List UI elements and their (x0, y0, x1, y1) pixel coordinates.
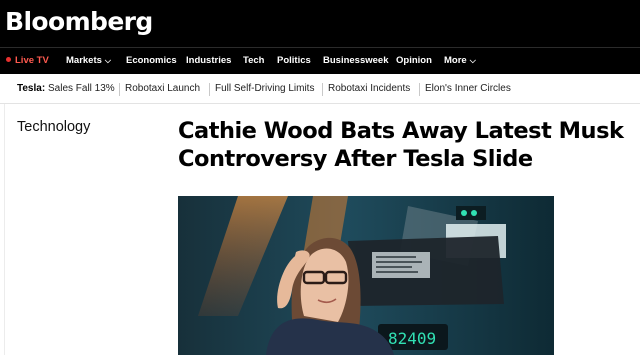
article-hero-image[interactable]: 82409 (178, 196, 554, 355)
topic-link[interactable]: Sales Fall 13% (48, 74, 115, 104)
topic-label: Tesla: (17, 83, 46, 94)
topic-link[interactable]: Robotaxi Launch (125, 74, 200, 104)
topic-divider (119, 83, 120, 96)
screen-digits: 82409 (388, 329, 436, 348)
masthead: Bloomberg (0, 0, 640, 47)
article-category[interactable]: Technology (17, 118, 90, 136)
headline-line-2: Controversy After Tesla Slide (178, 146, 533, 172)
topic-divider (419, 83, 420, 96)
article-headline: Cathie Wood Bats Away Latest Musk Contro… (178, 117, 638, 173)
nav-tech[interactable]: Tech (243, 48, 264, 74)
nav-more[interactable]: More ⌵ (444, 48, 476, 74)
chevron-down-icon: ⌵ (104, 56, 111, 65)
nav-politics[interactable]: Politics (277, 48, 311, 74)
chevron-down-icon: ⌵ (469, 56, 476, 65)
nav-opinion[interactable]: Opinion (396, 48, 432, 74)
topic-link[interactable]: Robotaxi Incidents (328, 74, 410, 104)
nav-live-tv[interactable]: Live TV (6, 48, 49, 74)
topic-bar: Tesla: Sales Fall 13% Robotaxi Launch Fu… (0, 74, 640, 104)
nav-industries[interactable]: Industries (186, 48, 231, 74)
main-navigation: Live TV Markets ⌵ Economics Industries Te… (0, 47, 640, 74)
nav-economics[interactable]: Economics (126, 48, 177, 74)
live-dot-icon (6, 56, 11, 62)
nav-businessweek[interactable]: Businessweek (323, 48, 388, 74)
topic-link[interactable]: Elon's Inner Circles (425, 74, 511, 104)
topic-link[interactable]: Full Self-Driving Limits (215, 74, 314, 104)
nav-markets[interactable]: Markets ⌵ (66, 48, 111, 74)
bloomberg-logo[interactable]: Bloomberg (5, 6, 153, 38)
topic-divider (209, 83, 210, 96)
speaker-photo: 82409 (178, 196, 554, 355)
left-rule (4, 104, 5, 355)
headline-line-1: Cathie Wood Bats Away Latest Musk (178, 118, 624, 144)
topic-divider (322, 83, 323, 96)
